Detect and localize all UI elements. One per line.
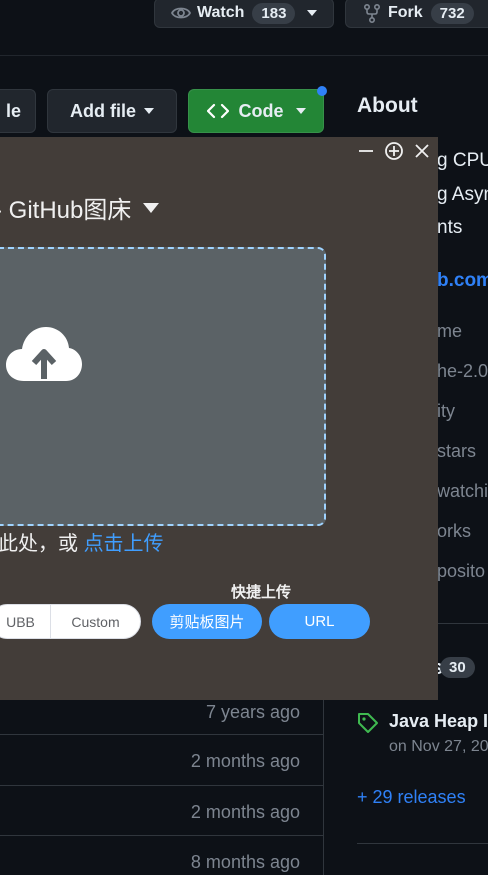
caret-down-icon	[295, 108, 306, 114]
commit-age: 2 months ago	[190, 802, 300, 822]
code-icon	[206, 103, 229, 119]
drop-zone[interactable]: 到此处，或 点击上传	[0, 247, 326, 555]
pin-icon[interactable]	[384, 141, 404, 161]
sidebar-forks[interactable]: orks	[437, 521, 471, 542]
repo-homepage-link[interactable]: b.com	[437, 270, 488, 292]
window-controls	[356, 141, 432, 161]
sidebar-report[interactable]: posito	[437, 561, 485, 582]
clipboard-image-button[interactable]: 剪贴板图片	[152, 604, 262, 639]
fork-icon	[362, 3, 382, 23]
sidebar-divider	[357, 843, 488, 844]
image-uploader-panel: - GitHub图床 到此处，或 点击上传 快捷上传 UBB Custom 剪贴…	[0, 137, 438, 700]
sidebar-stars[interactable]: stars	[437, 441, 476, 462]
header-divider	[0, 55, 488, 56]
notification-dot	[317, 86, 327, 96]
partial-button-label: le	[5, 100, 21, 121]
drop-instruction: 到此处，或 点击上传	[0, 527, 164, 556]
add-file-button[interactable]: Add file	[47, 89, 177, 133]
url-upload-button[interactable]: URL	[269, 604, 370, 639]
latest-release-date: on Nov 27, 20	[389, 738, 488, 755]
format-option-custom[interactable]: Custom	[51, 605, 140, 638]
format-segment-group: UBB Custom	[0, 604, 141, 639]
code-button[interactable]: Code	[188, 89, 324, 133]
quick-upload-label: 快捷上传	[231, 584, 292, 601]
watch-button[interactable]: Watch 183	[154, 0, 334, 28]
code-label: Code	[238, 100, 284, 121]
commit-age: 2 months ago	[190, 751, 300, 771]
sidebar-license[interactable]: he-2.0	[437, 361, 488, 382]
uploader-title-text: - GitHub图床	[0, 197, 132, 224]
add-file-label: Add file	[70, 100, 136, 121]
repo-description-line-2: g Asyn	[437, 184, 488, 205]
caret-down-icon	[143, 202, 160, 213]
repo-description-line-1: g CPU	[437, 150, 488, 171]
latest-release-title[interactable]: Java Heap I	[389, 711, 488, 732]
format-option-ubb[interactable]: UBB	[0, 605, 51, 638]
cloud-upload-icon	[6, 325, 82, 390]
releases-count: 30	[440, 657, 475, 678]
minimize-icon[interactable]	[356, 141, 376, 161]
commit-age: 7 years ago	[205, 702, 300, 722]
watch-label: Watch	[197, 4, 245, 21]
more-releases-link[interactable]: + 29 releases	[357, 787, 466, 808]
uploader-title[interactable]: - GitHub图床	[0, 190, 160, 225]
about-heading: About	[357, 94, 418, 117]
file-list-border	[323, 700, 324, 875]
repo-description-line-3: nts	[437, 217, 463, 238]
fork-button[interactable]: Fork 732	[345, 0, 488, 28]
drop-instruction-text: 到此处，或	[0, 533, 78, 555]
chevron-down-icon	[307, 10, 318, 16]
eye-icon	[171, 3, 191, 23]
sidebar-watching[interactable]: watchin	[437, 481, 488, 502]
commit-age: 8 months ago	[190, 852, 300, 872]
tag-icon	[357, 712, 379, 739]
row-divider	[0, 734, 323, 735]
sidebar-readme[interactable]: me	[437, 321, 462, 342]
sidebar-activity[interactable]: ity	[437, 401, 455, 422]
watch-count: 183	[252, 2, 296, 24]
click-upload-link[interactable]: 点击上传	[84, 533, 164, 555]
fork-label: Fork	[388, 4, 423, 21]
close-icon[interactable]	[412, 141, 432, 161]
row-divider	[0, 785, 323, 786]
row-divider	[0, 835, 323, 836]
caret-down-icon	[144, 108, 154, 114]
fork-count: 732	[430, 2, 474, 24]
partial-toolbar-button[interactable]: le	[0, 89, 36, 133]
